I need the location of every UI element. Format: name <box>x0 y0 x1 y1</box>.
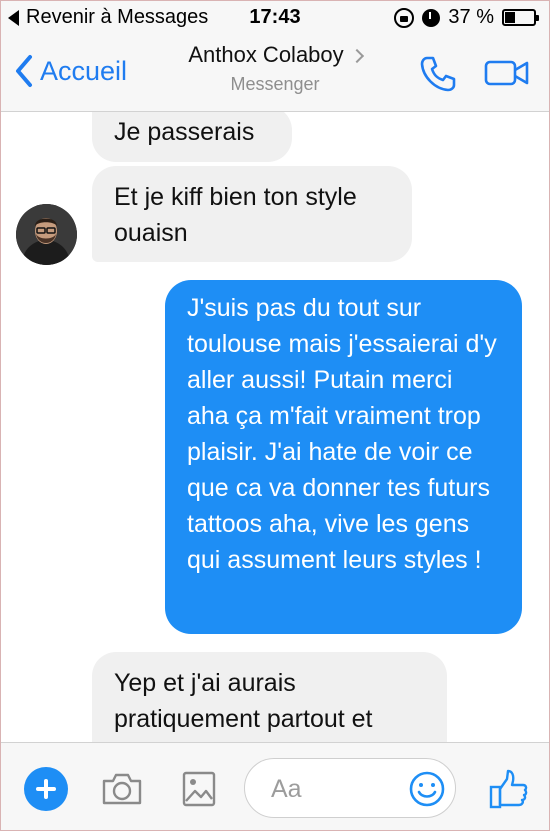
status-bar: Revenir à Messages 17:43 37 % <box>0 0 550 34</box>
sent-message-bubble[interactable]: J'suis pas du tout sur toulouse mais j'e… <box>165 280 522 634</box>
received-message-bubble[interactable]: Yep et j'ai aurais pratiquement partout … <box>92 652 447 742</box>
battery-icon <box>502 9 539 26</box>
camera-icon[interactable] <box>100 769 144 809</box>
thumbs-up-icon[interactable] <box>488 767 528 811</box>
received-message-bubble[interactable]: Je passerais <box>92 112 292 162</box>
contact-avatar[interactable] <box>16 204 77 265</box>
received-message-bubble[interactable]: Et je kiff bien ton style ouaisn <box>92 166 412 262</box>
gallery-icon[interactable] <box>182 769 216 809</box>
video-call-icon[interactable] <box>484 56 530 90</box>
conversation-title[interactable]: Anthox Colaboy Messenger <box>0 42 550 95</box>
conversation-subtitle: Messenger <box>230 74 320 94</box>
alarm-icon <box>422 8 441 27</box>
phone-call-icon[interactable] <box>418 54 458 94</box>
contact-name: Anthox Colaboy <box>188 42 344 67</box>
message-composer: Aa <box>0 742 550 831</box>
avatar-portrait-icon <box>16 204 77 265</box>
message-line: pratiquement partout et <box>114 705 373 733</box>
battery-fill <box>505 12 515 23</box>
battery-percentage: 37 % <box>448 6 494 28</box>
message-line: Yep et j'ai aurais <box>114 669 296 697</box>
status-icons: 37 % <box>394 6 539 29</box>
chevron-right-icon <box>349 48 364 64</box>
rotation-lock-icon <box>394 7 415 28</box>
conversation-header: Accueil Anthox Colaboy Messenger <box>0 34 550 112</box>
plus-icon[interactable] <box>24 767 68 811</box>
message-thread[interactable]: Je passerais Et je kiff bien ton style o… <box>0 112 550 742</box>
emoji-icon[interactable] <box>408 770 446 808</box>
message-input-placeholder: Aa <box>271 775 302 803</box>
